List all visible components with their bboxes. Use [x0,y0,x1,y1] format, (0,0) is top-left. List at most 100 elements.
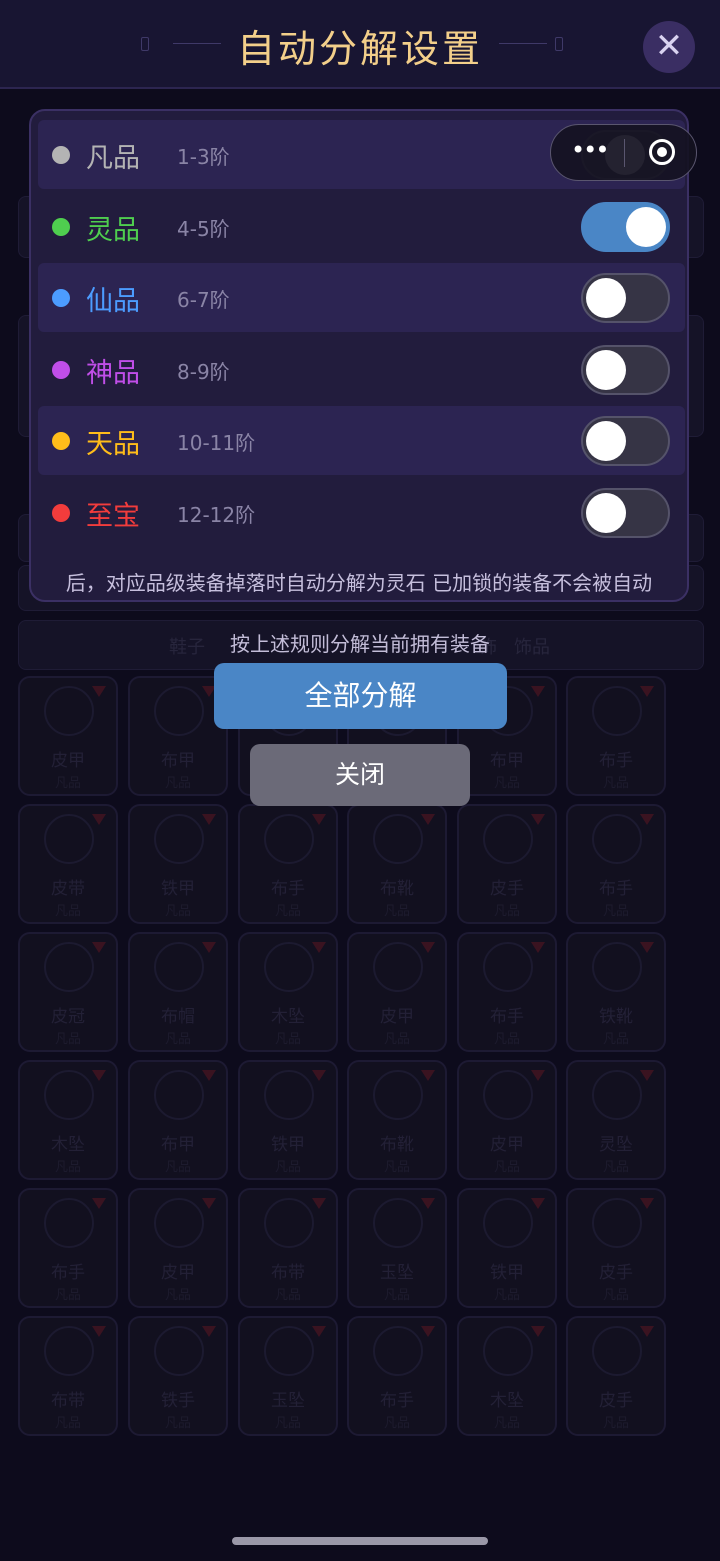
bg-item-name: 皮手 [599,1391,633,1411]
bg-item-grade: 凡品 [164,1160,191,1175]
bg-item-name: 铁甲 [161,879,195,899]
bg-inventory-item: 布靴 凡品 [347,804,447,924]
right-diamond-ornament [555,37,563,51]
bg-item-icon [373,1198,423,1248]
bg-item-name: 皮甲 [51,751,85,771]
bg-item-grade: 凡品 [383,1160,410,1175]
bg-item-name: 布靴 [380,1135,414,1155]
bg-downgrade-arrow-icon [640,1070,654,1081]
bg-inventory-item: 布手 凡品 [18,1188,118,1308]
bg-item-grade: 凡品 [54,1160,81,1175]
bg-downgrade-arrow-icon [92,814,106,825]
grade-toggle[interactable] [581,416,670,466]
bg-downgrade-arrow-icon [421,1070,435,1081]
toggle-knob [586,421,626,461]
bg-downgrade-arrow-icon [640,1198,654,1209]
grade-row-spirit: 灵品 4-5阶 [38,192,685,261]
bg-downgrade-arrow-icon [421,814,435,825]
bg-item-icon [44,1070,94,1120]
bg-item-icon [592,1198,642,1248]
bg-inventory-item: 布手 凡品 [566,676,666,796]
grade-name: 神品 [86,358,140,389]
bg-item-name: 灵坠 [599,1135,633,1155]
bg-downgrade-arrow-icon [531,814,545,825]
grade-toggle[interactable] [581,488,670,538]
grade-name: 至宝 [86,501,140,532]
bg-item-icon [264,942,314,992]
bg-item-icon [592,686,642,736]
bg-inventory-item: 灵坠 凡品 [566,1060,666,1180]
grade-row-treasure: 至宝 12-12阶 [38,478,685,547]
bg-item-grade: 凡品 [54,1032,81,1047]
bg-item-icon [154,942,204,992]
bg-downgrade-arrow-icon [312,1198,326,1209]
bg-item-grade: 凡品 [602,1416,629,1431]
bg-downgrade-arrow-icon [640,1326,654,1337]
bg-item-grade: 凡品 [274,904,301,919]
bg-item-name: 布手 [490,1007,524,1027]
bg-inventory-item: 玉坠 凡品 [347,1188,447,1308]
bg-inventory-item: 布带 凡品 [18,1316,118,1436]
grade-dot-icon [52,361,70,379]
bg-item-icon [44,1198,94,1248]
bg-inventory-item: 布靴 凡品 [347,1060,447,1180]
decompose-all-button[interactable]: 全部分解 [214,663,507,729]
more-dots-icon[interactable]: ••• [571,136,609,164]
bg-item-name: 布帽 [161,1007,195,1027]
bg-item-icon [373,1326,423,1376]
bg-downgrade-arrow-icon [312,1070,326,1081]
bg-item-grade: 凡品 [54,1416,81,1431]
grade-dot-icon [52,146,70,164]
bg-downgrade-arrow-icon [640,942,654,953]
close-icon[interactable]: ✕ [643,21,695,73]
bg-item-icon [592,942,642,992]
grade-range: 4-5阶 [177,217,230,241]
bg-downgrade-arrow-icon [92,1198,106,1209]
grade-name: 仙品 [86,286,140,317]
target-circle-icon[interactable] [649,139,675,165]
bg-item-icon [44,686,94,736]
bg-inventory-item: 木坠 凡品 [457,1316,557,1436]
home-indicator[interactable] [232,1537,488,1545]
grade-range: 8-9阶 [177,360,230,384]
grade-toggle[interactable] [581,345,670,395]
bg-item-grade: 凡品 [383,1288,410,1303]
bg-item-grade: 凡品 [164,904,191,919]
bg-downgrade-arrow-icon [202,1198,216,1209]
bg-inventory-item: 皮带 凡品 [18,804,118,924]
bg-inventory-item: 玉坠 凡品 [238,1316,338,1436]
grade-toggle[interactable] [581,202,670,252]
bg-item-name: 木坠 [51,1135,85,1155]
bg-item-grade: 凡品 [602,904,629,919]
grade-dot-icon [52,504,70,522]
grade-toggle[interactable] [581,273,670,323]
bg-item-icon [154,1070,204,1120]
bg-downgrade-arrow-icon [531,942,545,953]
bg-downgrade-arrow-icon [312,814,326,825]
bg-item-grade: 凡品 [602,1160,629,1175]
bg-item-grade: 凡品 [493,1416,520,1431]
bg-item-name: 布甲 [161,751,195,771]
bg-item-icon [373,1070,423,1120]
grade-name: 凡品 [86,143,140,174]
bg-item-name: 皮冠 [51,1007,85,1027]
bg-downgrade-arrow-icon [421,1326,435,1337]
bg-inventory-item: 皮手 凡品 [457,804,557,924]
bg-item-icon [592,1326,642,1376]
bg-item-icon [592,814,642,864]
bg-downgrade-arrow-icon [92,1070,106,1081]
bg-item-name: 皮带 [51,879,85,899]
bg-downgrade-arrow-icon [202,814,216,825]
close-button[interactable]: 关闭 [250,744,470,806]
bg-item-icon [44,942,94,992]
right-line-ornament [499,43,547,44]
bg-item-icon [483,814,533,864]
bg-downgrade-arrow-icon [531,1198,545,1209]
bg-inventory-item: 皮冠 凡品 [18,932,118,1052]
bg-item-icon [373,942,423,992]
bg-inventory-item: 铁靴 凡品 [566,932,666,1052]
grade-dot-icon [52,432,70,450]
grade-dot-icon [52,218,70,236]
dialog-header: 自动分解设置 ✕ [0,0,720,89]
bg-inventory-item: 布手 凡品 [238,804,338,924]
